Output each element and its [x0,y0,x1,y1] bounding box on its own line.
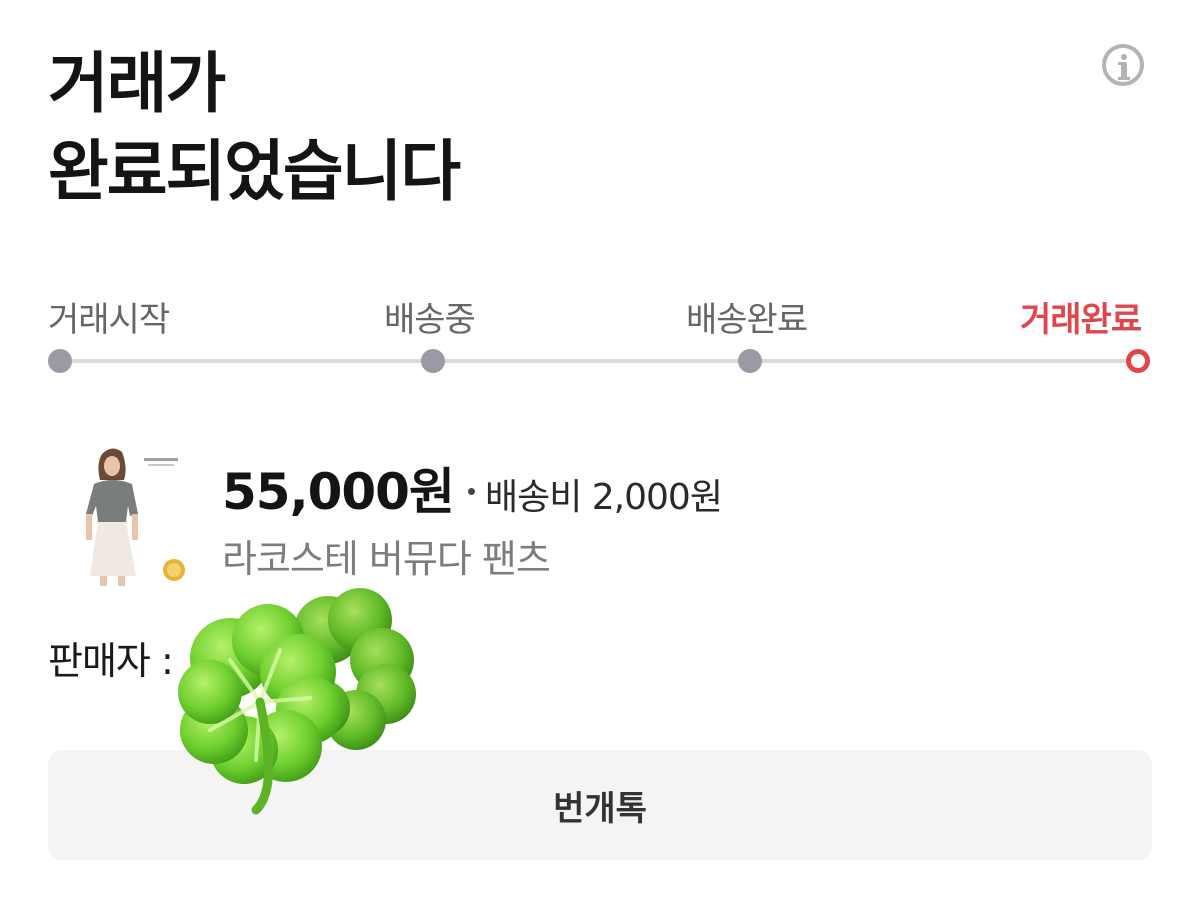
step-label-start: 거래시작 [48,300,170,340]
step-dot-start [48,349,72,373]
info-icon-stem [1118,62,1130,80]
step-label-complete: 거래완료 [1020,300,1142,340]
step-dot-delivered [738,349,762,373]
product-name[interactable]: 라코스테 버뮤다 팬츠 [222,528,551,583]
shipping-fee: 배송비 2,000원 [484,477,723,518]
price-row: 55,000원 배송비 2,000원 [222,452,723,524]
clover-sticker [178,588,416,815]
seller-label: 판매자 : [48,639,174,683]
info-icon[interactable] [1102,44,1144,86]
step-dot-complete [1126,349,1150,373]
product-price: 55,000원 [222,463,455,521]
page-title-line2: 완료되었습니다 [48,133,461,210]
separator-dot [467,488,475,495]
page-title-line1: 거래가 [48,45,226,122]
page-title: 거래가 완료되었습니다 [48,40,461,216]
product-thumbnail-image [82,444,192,586]
info-icon-dot [1121,54,1127,60]
step-dot-shipping [421,349,445,373]
step-label-shipping: 배송중 [384,300,476,340]
progress-track [60,359,1138,363]
step-label-delivered: 배송완료 [686,300,808,340]
product-thumbnail[interactable] [82,444,192,586]
